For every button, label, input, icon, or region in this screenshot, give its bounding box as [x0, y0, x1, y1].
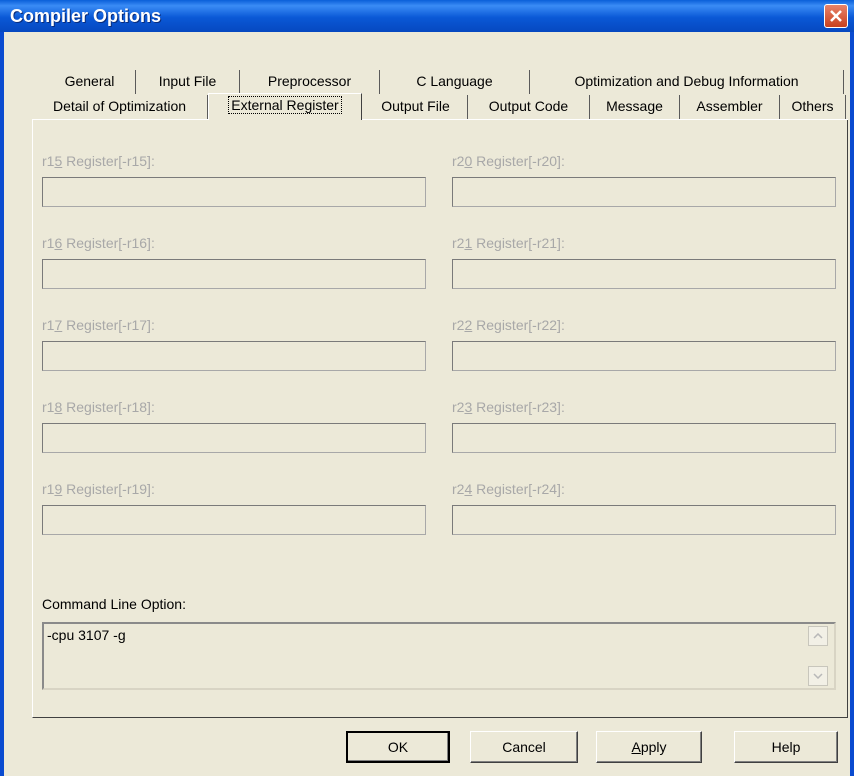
close-button[interactable] — [824, 4, 848, 28]
chevron-up-icon — [813, 633, 823, 639]
r20-register-label: r20 Register[-r20]: — [452, 153, 565, 169]
r23-register-label: r23 Register[-r23]: — [452, 399, 565, 415]
help-button[interactable]: Help — [734, 731, 838, 763]
r19-register-label: r19 Register[-r19]: — [42, 481, 155, 497]
title-bar[interactable]: Compiler Options — [0, 0, 854, 32]
r23-register-input[interactable] — [452, 423, 836, 453]
ok-button[interactable]: OK — [346, 731, 450, 763]
chevron-down-icon — [813, 673, 823, 679]
close-icon — [830, 10, 842, 22]
r20-register-input[interactable] — [452, 177, 836, 207]
tab-output-code[interactable]: Output Code — [468, 95, 590, 119]
apply-button[interactable]: Apply — [596, 731, 702, 763]
r21-register-label: r21 Register[-r21]: — [452, 235, 565, 251]
tab-external-register[interactable]: External Register — [208, 93, 362, 120]
r19-register-input[interactable] — [42, 505, 426, 535]
r16-register-input[interactable] — [42, 259, 426, 289]
r16-register-label: r16 Register[-r16]: — [42, 235, 155, 251]
r22-register-label: r22 Register[-r22]: — [452, 317, 565, 333]
r18-register-input[interactable] — [42, 423, 426, 453]
r17-register-input[interactable] — [42, 341, 426, 371]
r24-register-label: r24 Register[-r24]: — [452, 481, 565, 497]
command-line-text: -cpu 3107 -g — [47, 627, 126, 643]
r21-register-input[interactable] — [452, 259, 836, 289]
tab-input-file[interactable]: Input File — [136, 70, 240, 94]
r22-register-input[interactable] — [452, 341, 836, 371]
tab-assembler[interactable]: Assembler — [680, 95, 780, 119]
command-line-label: Command Line Option: — [42, 596, 186, 612]
tab-detail-optimization[interactable]: Detail of Optimization — [32, 95, 208, 119]
r18-register-label: r18 Register[-r18]: — [42, 399, 155, 415]
r17-register-label: r17 Register[-r17]: — [42, 317, 155, 333]
tab-others[interactable]: Others — [780, 95, 846, 119]
scroll-down-button[interactable] — [808, 666, 828, 686]
tab-c-language[interactable]: C Language — [380, 70, 530, 94]
tab-general[interactable]: General — [44, 70, 136, 94]
r15-register-input[interactable] — [42, 177, 426, 207]
r15-register-label: r15 Register[-r15]: — [42, 153, 155, 169]
tab-optimization-debug[interactable]: Optimization and Debug Information — [530, 70, 844, 94]
command-line-textarea[interactable]: -cpu 3107 -g — [42, 622, 836, 690]
window-title: Compiler Options — [10, 6, 162, 26]
tab-message[interactable]: Message — [590, 95, 680, 119]
scroll-up-button[interactable] — [808, 626, 828, 646]
tab-output-file[interactable]: Output File — [364, 95, 468, 119]
cancel-button[interactable]: Cancel — [470, 731, 578, 763]
r24-register-input[interactable] — [452, 505, 836, 535]
tab-preprocessor[interactable]: Preprocessor — [240, 70, 380, 94]
